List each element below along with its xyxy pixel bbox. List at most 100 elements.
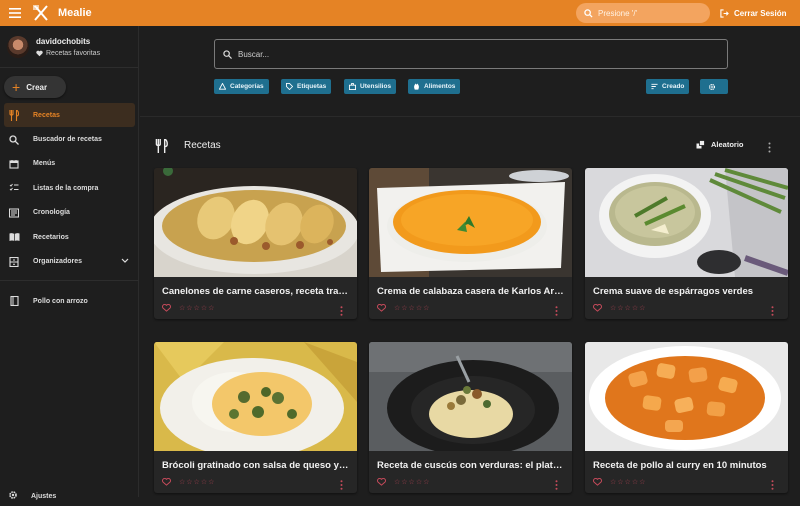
recipe-card[interactable]: Crema suave de espárragos verdes ☆☆☆☆☆: [585, 168, 788, 319]
sidebar-item-organizadores[interactable]: Organizadores: [0, 249, 139, 273]
create-label: Crear: [26, 82, 48, 92]
recipe-image[interactable]: [369, 168, 572, 277]
category-icon: [219, 83, 226, 90]
heart-outline-icon[interactable]: [162, 478, 171, 486]
recipe-card[interactable]: Canelones de carne caseros, receta tradi…: [154, 168, 357, 319]
sidebar-nav: Recetas Buscador de recetas Menús Listas…: [0, 103, 139, 281]
food-icon: [414, 83, 419, 90]
chip-label: Utensilios: [360, 83, 392, 90]
sidebar-item-cookbook[interactable]: Pollo con arrozo: [0, 289, 139, 313]
search-icon: [584, 8, 593, 18]
more-vert-icon[interactable]: [340, 477, 343, 493]
random-label: Aleatorio: [711, 140, 744, 149]
app-title[interactable]: Mealie: [58, 7, 92, 19]
tools-icon: [349, 83, 356, 90]
user-name: davidochobits: [36, 36, 91, 46]
create-button[interactable]: + Crear: [4, 76, 66, 98]
organizer-icon: [8, 256, 20, 268]
global-search-placeholder: Presione '/': [598, 8, 638, 18]
recipe-image[interactable]: [154, 168, 357, 277]
rating-stars[interactable]: ☆☆☆☆☆: [179, 304, 215, 312]
more-vert-icon[interactable]: [771, 477, 774, 493]
logout-button[interactable]: Cerrar Sesión: [720, 0, 786, 26]
heart-outline-icon[interactable]: [377, 304, 386, 312]
filter-chip-categorias[interactable]: Categorías: [214, 79, 269, 94]
heart-icon: [36, 50, 43, 56]
rating-stars[interactable]: ☆☆☆☆☆: [394, 478, 430, 486]
menu-icon[interactable]: [2, 0, 28, 26]
more-vert-icon[interactable]: [555, 477, 558, 493]
recipe-search-placeholder: Buscar...: [238, 49, 270, 59]
filter-chip-utensilios[interactable]: Utensilios: [344, 79, 397, 94]
recipe-search-input[interactable]: Buscar...: [214, 39, 728, 69]
sidebar: davidochobits Recetas favoritas + Crear …: [0, 26, 139, 500]
filter-chip-etiquetas[interactable]: Etiquetas: [281, 79, 332, 94]
gear-icon: [8, 490, 18, 502]
recipe-card[interactable]: Receta de cuscús con verduras: el plato …: [369, 342, 572, 493]
heart-outline-icon[interactable]: [377, 478, 386, 486]
sort-icon: [651, 83, 658, 90]
recipe-image[interactable]: [154, 342, 357, 451]
gear-icon: [708, 83, 716, 90]
sidebar-item-menus[interactable]: Menús: [0, 152, 139, 176]
sort-button[interactable]: Creado: [646, 79, 690, 94]
recipe-title[interactable]: Canelones de carne caseros, receta tradi…: [154, 277, 357, 297]
filter-chip-alimentos[interactable]: Alimentos: [408, 79, 461, 94]
fork-knife-icon: [155, 137, 168, 158]
sidebar-item-label: Recetas: [33, 111, 60, 119]
rating-stars[interactable]: ☆☆☆☆☆: [610, 304, 646, 312]
chip-label: Alimentos: [424, 83, 456, 90]
sidebar-item-listas[interactable]: Listas de la compra: [0, 176, 139, 200]
rating-stars[interactable]: ☆☆☆☆☆: [394, 304, 430, 312]
recipe-card[interactable]: Crema de calabaza casera de Karlos Argui…: [369, 168, 572, 319]
more-vert-icon[interactable]: [768, 140, 771, 158]
recipe-title[interactable]: Crema suave de espárragos verdes: [585, 277, 788, 297]
sidebar-item-settings[interactable]: Ajustes: [0, 486, 139, 506]
checklist-icon: [8, 182, 20, 194]
recipe-title[interactable]: Crema de calabaza casera de Karlos Argui…: [369, 277, 572, 297]
sidebar-item-label: Recetarios: [33, 233, 69, 241]
rating-stars[interactable]: ☆☆☆☆☆: [610, 478, 646, 486]
plus-icon: +: [12, 79, 21, 95]
user-profile[interactable]: davidochobits Recetas favoritas: [0, 26, 138, 68]
sidebar-item-buscador[interactable]: Buscador de recetas: [0, 127, 139, 151]
favorites-link[interactable]: Recetas favoritas: [36, 50, 100, 57]
recipe-image[interactable]: [585, 168, 788, 277]
timeline-icon: [8, 207, 20, 219]
rating-stars[interactable]: ☆☆☆☆☆: [179, 478, 215, 486]
sidebar-item-label: Buscador de recetas: [33, 136, 102, 144]
sidebar-item-recetarios[interactable]: Recetarios: [0, 225, 139, 249]
more-vert-icon[interactable]: [555, 303, 558, 319]
sidebar-item-cronologia[interactable]: Cronología: [0, 201, 139, 225]
recipe-title[interactable]: Brócoli gratinado con salsa de queso y a…: [154, 451, 357, 471]
sidebar-item-label: Listas de la compra: [33, 184, 99, 192]
more-vert-icon[interactable]: [771, 303, 774, 319]
recipe-title[interactable]: Receta de pollo al curry en 10 minutos: [585, 451, 788, 471]
search-settings-button[interactable]: [700, 79, 728, 94]
book-icon: [8, 295, 20, 307]
heart-outline-icon[interactable]: [162, 304, 171, 312]
recipe-card[interactable]: Brócoli gratinado con salsa de queso y a…: [154, 342, 357, 493]
logout-icon: [720, 8, 729, 18]
sidebar-item-label: Menús: [33, 160, 56, 168]
more-vert-icon[interactable]: [340, 303, 343, 319]
tag-icon: [286, 83, 293, 90]
heart-outline-icon[interactable]: [593, 304, 602, 312]
recipe-title[interactable]: Receta de cuscús con verduras: el plato …: [369, 451, 572, 471]
divider: [0, 279, 139, 281]
recipe-image[interactable]: [585, 342, 788, 451]
app-bar: Mealie Presione '/' Cerrar Sesión: [0, 0, 800, 26]
random-button[interactable]: Aleatorio: [696, 140, 744, 149]
sidebar-item-label: Organizadores: [33, 258, 83, 266]
avatar: [7, 35, 29, 58]
chip-label: Categorías: [230, 83, 264, 90]
recipe-image[interactable]: [369, 342, 572, 451]
settings-label: Ajustes: [31, 492, 57, 500]
global-search-input[interactable]: Presione '/': [576, 3, 710, 23]
sidebar-item-recetas[interactable]: Recetas: [4, 103, 135, 128]
fork-knife-icon: [8, 109, 20, 121]
chevron-down-icon[interactable]: [121, 258, 129, 265]
mealie-logo-icon[interactable]: [30, 2, 52, 24]
recipe-card[interactable]: Receta de pollo al curry en 10 minutos ☆…: [585, 342, 788, 493]
heart-outline-icon[interactable]: [593, 478, 602, 486]
